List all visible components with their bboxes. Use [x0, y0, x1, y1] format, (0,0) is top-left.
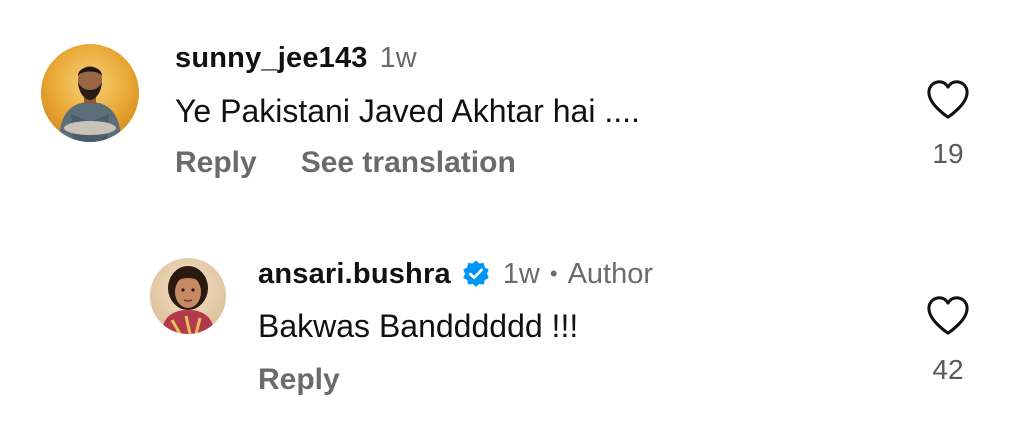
reply-button[interactable]: Reply: [175, 146, 257, 180]
comment-text: Ye Pakistani Javed Akhtar hai ....: [175, 93, 640, 129]
like-control: 42: [918, 294, 978, 386]
reply-button[interactable]: Reply: [258, 363, 340, 397]
author-label: Author: [567, 257, 654, 290]
avatar[interactable]: [150, 258, 226, 334]
timestamp: 1w: [502, 257, 540, 290]
heart-icon[interactable]: [925, 294, 971, 336]
see-translation-button[interactable]: See translation: [301, 146, 516, 180]
verified-badge-icon: [463, 260, 489, 287]
separator-dot: •: [549, 261, 558, 286]
heart-icon[interactable]: [925, 78, 971, 120]
username[interactable]: ansari.bushra: [258, 258, 451, 291]
comment-actions: Reply See translation: [175, 146, 516, 180]
comment-text: Bakwas Bandddddd !!!: [258, 308, 579, 344]
comment: sunny_jee143 1w Ye Pakistani Javed Akhta…: [0, 0, 1024, 200]
like-count: 42: [932, 354, 964, 385]
avatar[interactable]: [41, 44, 139, 142]
like-control: 19: [918, 78, 978, 170]
timestamp: 1w: [379, 41, 417, 74]
comment-actions: Reply: [258, 363, 340, 397]
like-count: 19: [932, 138, 964, 169]
username[interactable]: sunny_jee143: [175, 42, 368, 75]
comment-header: ansari.bushra 1w • Author: [258, 254, 653, 294]
comment-header: sunny_jee143 1w: [175, 38, 417, 78]
reply-comment: ansari.bushra 1w • Author Bakwas Bandddd…: [0, 220, 1024, 420]
